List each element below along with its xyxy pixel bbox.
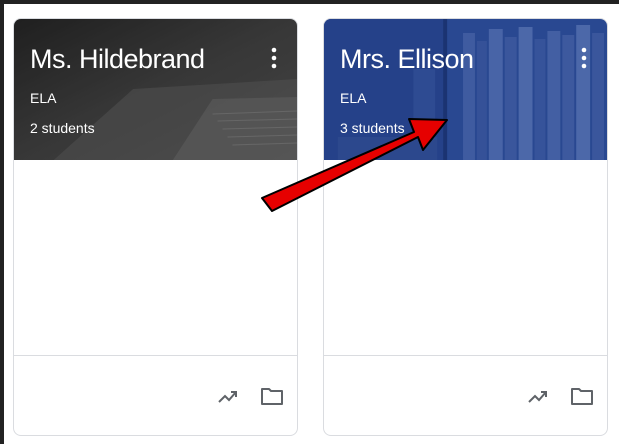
class-title[interactable]: Mrs. Ellison xyxy=(340,43,474,75)
class-section: ELA xyxy=(340,90,367,106)
more-vert-icon[interactable] xyxy=(265,45,283,71)
trending-up-icon[interactable] xyxy=(214,382,242,410)
class-banner[interactable]: Mrs. Ellison ELA 3 students xyxy=(324,19,607,160)
card-body xyxy=(14,160,297,355)
student-count: 2 students xyxy=(30,120,95,136)
card-footer xyxy=(324,355,607,435)
more-vert-icon[interactable] xyxy=(575,45,593,71)
class-title[interactable]: Ms. Hildebrand xyxy=(30,43,205,75)
folder-icon[interactable] xyxy=(258,382,286,410)
card-footer xyxy=(14,355,297,435)
card-body xyxy=(324,160,607,355)
class-card-ellison[interactable]: Mrs. Ellison ELA 3 students xyxy=(323,18,608,436)
class-banner[interactable]: Ms. Hildebrand ELA 2 students xyxy=(14,19,297,160)
trending-up-icon[interactable] xyxy=(524,382,552,410)
class-section: ELA xyxy=(30,90,57,106)
class-grid: Ms. Hildebrand ELA 2 students Mrs. Ellis… xyxy=(4,4,619,444)
class-card-hildebrand[interactable]: Ms. Hildebrand ELA 2 students xyxy=(13,18,298,436)
folder-icon[interactable] xyxy=(568,382,596,410)
student-count: 3 students xyxy=(340,120,405,136)
